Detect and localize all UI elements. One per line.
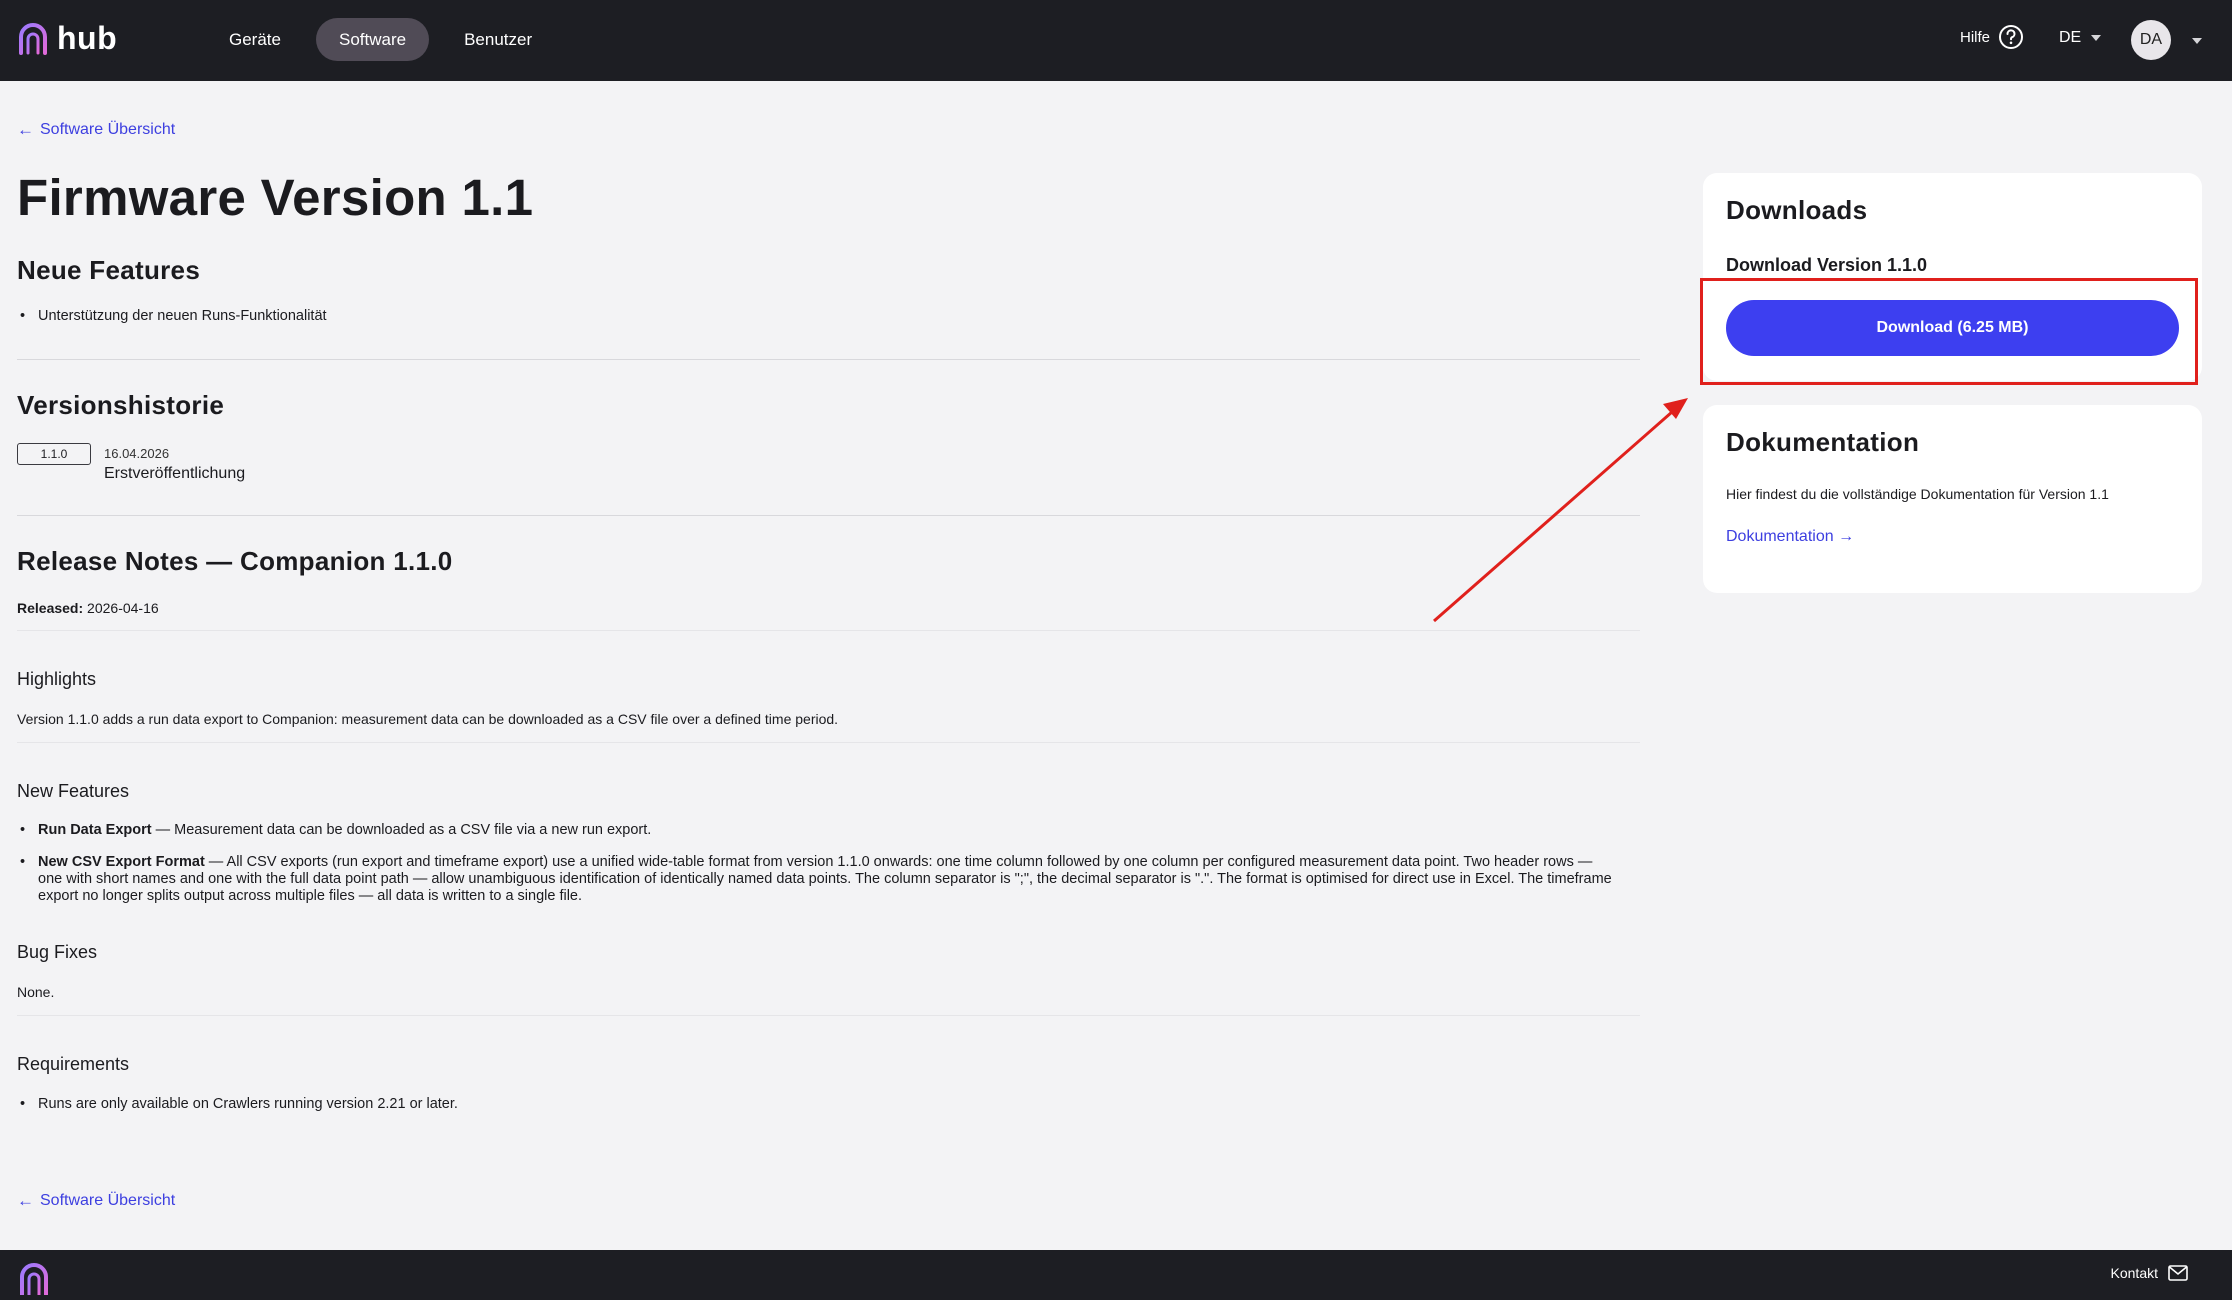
arrow-left-icon: ← [17, 1191, 34, 1210]
feature-description: — All CSV exports (run export and timefr… [38, 854, 1612, 904]
nav-item-software[interactable]: Software [315, 18, 430, 61]
feature-title: Run Data Export [38, 822, 152, 838]
back-link-software-overview[interactable]: ← Software Übersicht [17, 120, 175, 140]
highlight-annotation-box [1700, 278, 2198, 385]
hub-logo-icon[interactable] [18, 1263, 50, 1295]
mail-icon [2168, 1265, 2188, 1281]
list-item: Runs are only available on Crawlers runn… [20, 1096, 1620, 1113]
arrow-left-icon: ← [17, 120, 34, 139]
requirement-text: Runs are only available on Crawlers runn… [38, 1096, 458, 1112]
hub-logo[interactable]: hub [17, 20, 117, 57]
feature-title: New CSV Export Format [38, 854, 205, 870]
version-date: 16.04.2026 [104, 446, 170, 461]
contact-label: Kontakt [2110, 1265, 2158, 1281]
nav-item-benutzer[interactable]: Benutzer [441, 18, 555, 61]
hub-logo-icon [19, 22, 47, 55]
divider [17, 630, 1640, 631]
user-avatar[interactable]: DA [2131, 20, 2171, 60]
help-icon [1999, 25, 2024, 49]
footer: Kontakt [0, 1250, 2232, 1300]
list-item: New CSV Export Format — All CSV exports … [20, 854, 1620, 905]
nav-item-geraete[interactable]: Geräte [206, 18, 304, 61]
main-nav: Geräte Software Benutzer [206, 18, 567, 61]
bug-fixes-text: None. [17, 984, 55, 1000]
feature-description: — Measurement data can be downloaded as … [151, 822, 652, 838]
back-link-software-overview-bottom[interactable]: ← Software Übersicht [17, 1191, 175, 1211]
language-label: DE [2059, 29, 2082, 46]
heading-requirements: Requirements [17, 1054, 130, 1074]
back-link-label: Software Übersicht [40, 121, 176, 138]
documentation-link-label: Dokumentation [1726, 528, 1834, 545]
section-heading-release-notes: Release Notes — Companion 1.1.0 [17, 546, 453, 576]
section-heading-features: Neue Features [17, 255, 201, 285]
version-badge: 1.1.0 [17, 443, 91, 465]
chevron-down-icon [2091, 35, 2102, 41]
top-navigation-bar: hub Geräte Software Benutzer Hilfe DE DA [0, 0, 2232, 81]
divider [17, 742, 1640, 743]
downloads-heading: Downloads [1726, 195, 1868, 225]
feature-text: Unterstützung der neuen Runs-Funktionali… [38, 308, 327, 324]
list-item: Run Data Export — Measurement data can b… [20, 822, 1620, 839]
help-label: Hilfe [1960, 28, 1991, 46]
back-link-label: Software Übersicht [40, 1192, 176, 1209]
language-selector[interactable]: DE [2059, 29, 2102, 47]
documentation-card: Dokumentation Hier findest du die vollst… [1703, 405, 2202, 593]
heading-bug-fixes: Bug Fixes [17, 942, 98, 962]
contact-link[interactable]: Kontakt [2111, 1265, 2188, 1281]
version-description: Erstveröffentlichung [104, 465, 246, 482]
heading-highlights: Highlights [17, 669, 97, 689]
divider [17, 359, 1640, 360]
chevron-down-icon[interactable] [2192, 38, 2202, 44]
list-item: Unterstützung der neuen Runs-Funktionali… [20, 308, 1620, 325]
released-date: 2026-04-16 [87, 600, 159, 616]
download-version-label: Download Version 1.1.0 [1726, 255, 1928, 275]
section-heading-history: Versionshistorie [17, 390, 225, 420]
arrow-right-icon: → [1838, 528, 1855, 545]
divider [17, 1015, 1640, 1016]
help-button[interactable]: Hilfe [1960, 24, 2024, 50]
heading-new-features: New Features [17, 781, 130, 801]
released-info: Released: 2026-04-16 [17, 600, 159, 616]
documentation-text: Hier findest du die vollständige Dokumen… [1726, 486, 2109, 502]
divider [17, 515, 1640, 516]
released-label: Released: [17, 600, 84, 616]
highlights-text: Version 1.1.0 adds a run data export to … [17, 711, 839, 727]
documentation-link[interactable]: Dokumentation → [1726, 528, 1854, 546]
logo-text: hub [57, 20, 118, 56]
page-title: Firmware Version 1.1 [17, 169, 534, 226]
documentation-heading: Dokumentation [1726, 427, 1920, 457]
